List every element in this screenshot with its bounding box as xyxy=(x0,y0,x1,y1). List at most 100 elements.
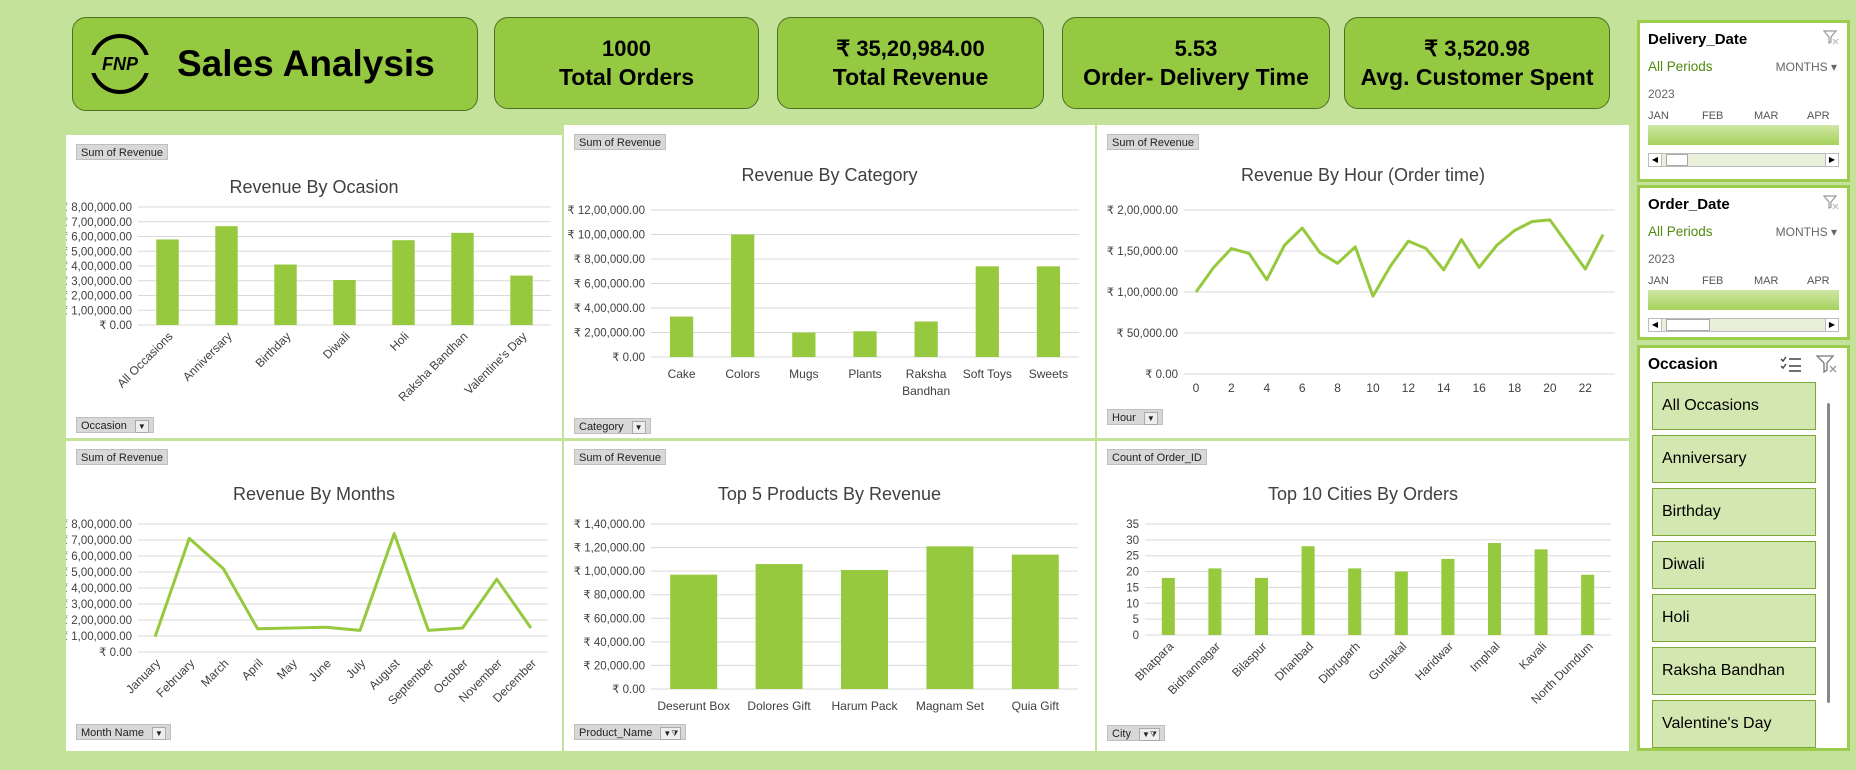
kpi-label: Total Revenue xyxy=(832,63,989,90)
y-tick-label: ₹ 1,00,000.00 xyxy=(1107,287,1178,299)
x-tick-label: Kavali xyxy=(1516,639,1549,672)
x-tick-label: Diwali xyxy=(320,329,353,362)
granularity-dropdown[interactable]: MONTHS ▾ xyxy=(1776,225,1837,239)
slicer-item-diwali[interactable]: Diwali xyxy=(1652,541,1816,589)
bar-bilaspur xyxy=(1254,577,1269,635)
scroll-left-icon[interactable]: ◀ xyxy=(1649,319,1662,331)
y-tick-label: 35 xyxy=(1126,519,1139,531)
slicer-item-label: Valentine's Day xyxy=(1662,715,1772,732)
x-tick-label: Bilaspur xyxy=(1229,639,1270,680)
timeline-selection-bar[interactable] xyxy=(1648,125,1839,145)
y-tick-label: ₹ 10,00,000.00 xyxy=(567,230,645,242)
slicer-item-label: All Occasions xyxy=(1662,397,1759,414)
occasion-slicer: Occasion All Occasions Anniversary Birth… xyxy=(1637,345,1850,751)
kpi-label: Avg. Customer Spent xyxy=(1360,63,1594,90)
chart-panel-hour: Sum of Revenue Revenue By Hour (Order ti… xyxy=(1097,125,1629,438)
slicer-item-valentines-day[interactable]: Valentine's Day xyxy=(1652,700,1816,748)
slicer-scrollbar[interactable] xyxy=(1827,403,1830,703)
x-tick-label: Sweets xyxy=(1029,367,1068,381)
timeline-month: JAN xyxy=(1648,275,1669,287)
slicer-item-label: Diwali xyxy=(1662,556,1705,573)
y-tick-label: ₹ 1,50,000.00 xyxy=(1107,246,1178,258)
y-tick-label: ₹ 6,00,000.00 xyxy=(66,551,132,563)
dropdown-icon: ▼ xyxy=(134,420,149,433)
axis-field-button[interactable]: Product_Name ▼⧩ xyxy=(574,724,687,740)
timeline-scrollbar[interactable]: ◀ ▶ xyxy=(1648,318,1839,332)
axis-field-button[interactable]: Occasion ▼ xyxy=(76,417,154,433)
scroll-thumb[interactable] xyxy=(1666,319,1710,331)
dropdown-icon: ▼ xyxy=(1143,412,1158,425)
series-line xyxy=(153,532,533,638)
y-tick-label: ₹ 1,40,000.00 xyxy=(574,519,645,531)
chevron-down-icon: ▾ xyxy=(1830,225,1837,239)
timeline-selection-bar[interactable] xyxy=(1648,290,1839,310)
all-periods-label: All Periods xyxy=(1648,59,1713,74)
y-tick-label: ₹ 4,00,000.00 xyxy=(66,261,132,273)
bar-haridwar xyxy=(1441,558,1455,635)
x-tick-label: March xyxy=(198,656,231,689)
slicer-item-all-occasions[interactable]: All Occasions xyxy=(1652,382,1816,430)
y-tick-label: ₹ 8,00,000.00 xyxy=(574,254,645,266)
slicer-item-raksha-bandhan[interactable]: Raksha Bandhan xyxy=(1652,647,1816,695)
bar-raksha-bandhan xyxy=(914,321,938,357)
slicer-item-birthday[interactable]: Birthday xyxy=(1652,488,1816,536)
kpi-label: Total Orders xyxy=(558,63,695,90)
bar-holi xyxy=(392,240,415,325)
chart-panel-category: Sum of Revenue Revenue By Category ₹ 0.00… xyxy=(564,125,1095,438)
y-tick-label: ₹ 3,00,000.00 xyxy=(66,276,132,288)
slicer-item-label: Holi xyxy=(1662,609,1690,626)
axis-field-button[interactable]: Hour ▼ xyxy=(1107,409,1163,425)
page-title: Sales Analysis xyxy=(177,43,435,84)
x-tick-label: Bhatpara xyxy=(1132,639,1177,684)
y-tick-label: ₹ 5,00,000.00 xyxy=(66,246,132,258)
x-tick-label: Soft Toys xyxy=(963,367,1012,381)
axis-field-label: Category xyxy=(579,421,624,433)
chart-title: Top 5 Products By Revenue xyxy=(718,484,941,504)
filter-dropdown-icon: ▼⧩ xyxy=(1138,728,1161,741)
scroll-left-icon[interactable]: ◀ xyxy=(1649,154,1662,166)
dropdown-icon: ▼ xyxy=(631,421,646,434)
x-tick-label: Raksha xyxy=(906,367,947,381)
timeline-scrollbar[interactable]: ◀ ▶ xyxy=(1648,153,1839,167)
bar-raksha-bandhan xyxy=(451,232,474,325)
timeline-month: FEB xyxy=(1702,110,1724,122)
bar-dibrugarh xyxy=(1348,568,1362,635)
axis-field-button[interactable]: Month Name ▼ xyxy=(76,724,171,740)
chart-panel-cities: Count of Order_ID Top 10 Cities By Order… xyxy=(1097,441,1629,751)
slicer-item-anniversary[interactable]: Anniversary xyxy=(1652,435,1816,483)
value-field-button[interactable]: Sum of Revenue xyxy=(76,144,168,160)
x-tick-label: Harum Pack xyxy=(831,699,898,713)
axis-field-button[interactable]: Category ▼ xyxy=(574,418,651,434)
clear-filter-icon[interactable] xyxy=(1823,194,1839,210)
slicer-title: Occasion xyxy=(1648,356,1718,373)
x-tick-label: Imphal xyxy=(1467,639,1502,674)
value-field-button[interactable]: Sum of Revenue xyxy=(574,449,666,465)
value-field-button[interactable]: Sum of Revenue xyxy=(1107,134,1199,150)
kpi-total-orders: 1000 Total Orders xyxy=(494,17,759,109)
scroll-thumb[interactable] xyxy=(1666,154,1688,166)
y-tick-label: ₹ 8,00,000.00 xyxy=(66,202,132,214)
x-tick-label-cont: Bandhan xyxy=(902,384,950,398)
scroll-right-icon[interactable]: ▶ xyxy=(1825,319,1838,331)
y-tick-label: 30 xyxy=(1126,535,1139,547)
all-periods-label: All Periods xyxy=(1648,224,1713,239)
chart-title: Revenue By Hour (Order time) xyxy=(1241,165,1485,185)
granularity-dropdown[interactable]: MONTHS ▾ xyxy=(1776,60,1837,74)
y-tick-label: ₹ 2,00,000.00 xyxy=(66,291,132,303)
slicer-item-label: Raksha Bandhan xyxy=(1662,662,1785,679)
value-field-button[interactable]: Count of Order_ID xyxy=(1107,449,1207,465)
clear-filter-icon[interactable] xyxy=(1816,354,1838,374)
bar-north-dumdum xyxy=(1581,574,1595,635)
slicer-item-holi[interactable]: Holi xyxy=(1652,594,1816,642)
scroll-right-icon[interactable]: ▶ xyxy=(1825,154,1838,166)
axis-field-label: Hour xyxy=(1112,412,1136,424)
granularity-label: MONTHS xyxy=(1775,60,1828,74)
y-tick-label: ₹ 1,20,000.00 xyxy=(574,543,645,555)
value-field-button[interactable]: Sum of Revenue xyxy=(76,449,168,465)
clear-filter-icon[interactable] xyxy=(1823,29,1839,45)
value-field-button[interactable]: Sum of Revenue xyxy=(574,134,666,150)
axis-field-button[interactable]: City ▼⧩ xyxy=(1107,725,1166,741)
multi-select-icon[interactable] xyxy=(1780,355,1802,373)
delivery-date-slicer: Delivery_Date All Periods MONTHS ▾ 2023 … xyxy=(1637,20,1850,182)
bar-soft-toys xyxy=(975,266,999,357)
